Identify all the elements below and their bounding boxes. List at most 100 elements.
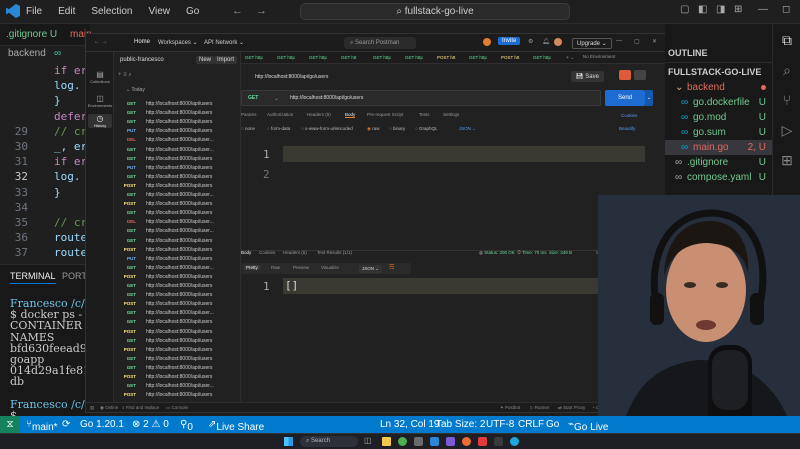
tab-pre-request[interactable]: Pre-request Script xyxy=(367,112,403,117)
layout-icon[interactable]: ▥ xyxy=(90,405,94,411)
edge-icon[interactable] xyxy=(510,437,519,446)
layout-grid-icon[interactable]: ⊞ xyxy=(734,4,742,15)
layout-panel-icon[interactable]: ◧ xyxy=(698,4,707,15)
project-header[interactable]: FULLSTACK-GO-LIVE xyxy=(668,67,761,77)
minimize-icon[interactable]: — xyxy=(758,4,768,15)
cursor-position[interactable]: Ln 32, Col 19 xyxy=(380,419,440,430)
response-tab[interactable]: Body xyxy=(241,250,251,255)
tab-terminal[interactable]: TERMINAL xyxy=(10,271,56,284)
menu-selection[interactable]: Selection xyxy=(91,6,132,17)
postman-taskbar-icon[interactable] xyxy=(462,437,471,446)
file-explorer-icon[interactable] xyxy=(382,437,391,446)
body-type-option[interactable]: ○ GraphQL xyxy=(415,126,437,131)
app-icon[interactable] xyxy=(478,437,487,446)
encoding[interactable]: UTF-8 xyxy=(486,419,514,430)
tab-authorization[interactable]: Authorization xyxy=(267,112,293,117)
find-replace-button[interactable]: ⌕ Find and replace xyxy=(122,405,159,410)
menu-view[interactable]: View xyxy=(149,6,171,17)
problems-count[interactable]: ⊗ 2 ⚠ 0 xyxy=(132,419,169,430)
import-button[interactable]: Import xyxy=(214,56,238,64)
send-button[interactable]: Send xyxy=(605,90,645,106)
response-tab[interactable]: Headers (6) xyxy=(283,250,307,255)
body-type-option[interactable]: ○ binary xyxy=(389,126,405,131)
tab-headers[interactable]: Headers (9) xyxy=(307,112,331,117)
file-item[interactable]: ∞ go.mod U xyxy=(665,110,772,125)
close-icon[interactable]: ✕ xyxy=(652,38,657,45)
git-branch[interactable]: ⑂ main* xyxy=(26,419,58,433)
history-filter[interactable]: + ≡ ⌕ xyxy=(118,72,132,79)
go-version[interactable]: Go 1.20.1 xyxy=(80,419,124,430)
request-tab[interactable]: GET http xyxy=(245,55,263,60)
method-chevron-icon[interactable]: ⌄ xyxy=(274,95,279,102)
tab-size[interactable]: Tab Size: 2 xyxy=(436,419,485,430)
view-tab[interactable]: Raw xyxy=(271,265,280,270)
menu-file[interactable]: File xyxy=(26,6,42,17)
save-button[interactable]: 💾︎ Save xyxy=(571,71,604,82)
request-tab[interactable]: POST htt xyxy=(501,55,519,60)
ports-count[interactable]: ⚲ 0 xyxy=(180,419,193,433)
tab-gitignore[interactable]: .gitignore U xyxy=(6,29,57,40)
body-type-option[interactable]: ○ x-www-form-urlencoded xyxy=(301,126,353,131)
request-tab[interactable]: POST htt xyxy=(437,55,455,60)
vscode-taskbar-icon[interactable] xyxy=(430,437,439,446)
go-live-button[interactable]: ⌁ Go Live xyxy=(568,419,609,433)
add-tab-icon[interactable]: + ⌄ xyxy=(566,55,575,61)
back-arrow-icon[interactable]: ← xyxy=(232,5,243,17)
maximize-icon[interactable]: ◻ xyxy=(782,4,790,15)
user-avatar[interactable] xyxy=(554,38,562,46)
app-icon[interactable] xyxy=(494,437,503,446)
menu-edit[interactable]: Edit xyxy=(58,6,75,17)
taskbar-search[interactable]: ⌕ Search xyxy=(300,436,358,447)
task-view-icon[interactable]: ◫ xyxy=(364,436,372,445)
invite-button[interactable]: Invite xyxy=(498,37,521,45)
file-item[interactable]: ∞ compose.yaml U xyxy=(665,170,772,185)
terminal-panel[interactable]: TERMINAL PORTS Francesco /c/$ docker ps … xyxy=(0,264,99,422)
view-tab[interactable]: Pretty xyxy=(244,265,260,270)
url-input[interactable]: http://localhost:8000/api/go/users xyxy=(290,95,363,101)
layout-icon[interactable]: ▢ xyxy=(680,4,689,15)
file-item[interactable]: ∞ go.dockerfile U xyxy=(665,95,772,110)
bell-icon[interactable]: 🔔︎ xyxy=(542,38,550,45)
remote-icon[interactable]: ⧖ xyxy=(0,416,20,433)
upgrade-button[interactable]: Upgrade ⌄ xyxy=(572,38,612,49)
nav-api-network[interactable]: API Network ⌄ xyxy=(204,39,244,46)
command-center-search[interactable]: ⌕ fullstack-go-live xyxy=(300,3,570,20)
extensions-icon[interactable]: ⊞ xyxy=(779,152,795,168)
online-status[interactable]: ◉ Online xyxy=(100,405,118,411)
file-item[interactable]: ∞ .gitignore U xyxy=(665,155,772,170)
postbot-button[interactable]: ✦ Postbot xyxy=(500,405,520,411)
new-button[interactable]: New xyxy=(196,56,215,64)
cookies-link[interactable]: Cookies xyxy=(621,113,637,118)
chrome-icon[interactable] xyxy=(398,437,407,446)
file-item[interactable]: ∞ go.sum U xyxy=(665,125,772,140)
tab-settings[interactable]: Settings xyxy=(443,112,459,117)
app-icon[interactable] xyxy=(446,437,455,446)
beautify-link[interactable]: Beautify xyxy=(619,126,635,131)
response-tab[interactable]: Test Results (1/1) xyxy=(317,250,352,255)
app-icon[interactable] xyxy=(414,437,423,446)
sidebar-environments[interactable]: ◫ Environments xyxy=(86,94,114,108)
outline-header[interactable]: OUTLINE xyxy=(668,48,708,58)
history-item[interactable]: POST http://localhost:8000/api/users xyxy=(114,390,241,400)
response-format-select[interactable]: JSON ⌄ xyxy=(359,265,383,273)
avatar-icon[interactable] xyxy=(483,38,491,46)
run-debug-icon[interactable]: ▷ xyxy=(779,122,795,138)
edit-icon[interactable] xyxy=(619,70,631,80)
folder-backend[interactable]: ⌄ backend xyxy=(665,80,772,95)
console-button[interactable]: ▭ Console xyxy=(166,405,188,411)
request-body-editor[interactable]: 1 2 xyxy=(241,138,653,248)
request-tab[interactable]: GET http xyxy=(469,55,487,60)
method-select[interactable]: GET xyxy=(248,95,258,101)
filter-icon[interactable]: ☴ xyxy=(389,264,394,271)
nav-home[interactable]: Home xyxy=(134,39,150,45)
layout-sidebar-icon[interactable]: ◨ xyxy=(716,4,725,15)
response-tab[interactable]: Cookies xyxy=(259,250,275,255)
live-share-button[interactable]: ⇗ Live Share xyxy=(208,419,264,433)
sidebar-collections[interactable]: ▤ Collections xyxy=(86,70,114,84)
sync-icon[interactable]: ⟳ xyxy=(62,419,70,430)
tab-tests[interactable]: Tests xyxy=(419,112,430,117)
request-tab[interactable]: GET http xyxy=(373,55,391,60)
eol[interactable]: CRLF xyxy=(518,419,544,430)
runner-button[interactable]: ▷ Runner xyxy=(530,405,549,411)
minimize-icon[interactable]: — xyxy=(616,38,622,44)
